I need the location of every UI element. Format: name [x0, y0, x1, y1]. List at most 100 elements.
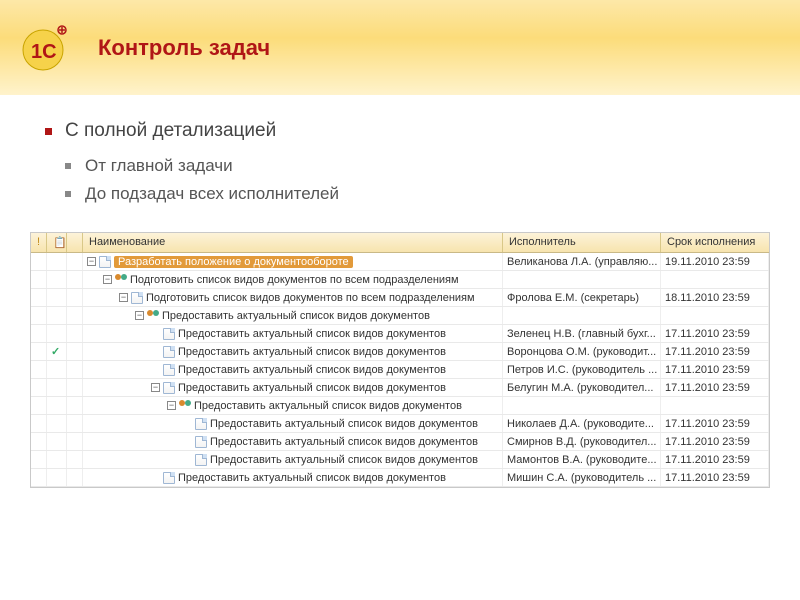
cell-name[interactable]: − Предоставить актуальный список видов до…	[83, 307, 503, 324]
col-header-spacer	[67, 233, 83, 252]
table-row[interactable]: Предоставить актуальный список видов док…	[31, 415, 769, 433]
users-icon	[179, 400, 191, 412]
table-row[interactable]: ✓ Предоставить актуальный список видов до…	[31, 343, 769, 361]
task-name: Предоставить актуальный список видов док…	[162, 310, 430, 322]
cell-flag	[31, 325, 47, 342]
cell-flag	[31, 253, 47, 270]
svg-text:1C: 1C	[31, 41, 57, 63]
table-row[interactable]: −Подготовить список видов документов по …	[31, 271, 769, 289]
cell-check	[47, 325, 67, 342]
table-row[interactable]: Предоставить актуальный список видов док…	[31, 361, 769, 379]
page-title: Контроль задач	[98, 35, 270, 61]
table-row[interactable]: −Разработать положение о документооборот…	[31, 253, 769, 271]
col-header-flag[interactable]: !	[31, 233, 47, 252]
cell-flag	[31, 271, 47, 288]
document-icon	[99, 256, 111, 268]
bullet-main: С полной детализацией От главной задачи …	[45, 120, 760, 204]
task-grid: ! 📋 Наименование Исполнитель Срок исполн…	[30, 232, 770, 488]
cell-due: 17.11.2010 23:59	[661, 451, 769, 468]
cell-due	[661, 307, 769, 324]
cell-spacer	[67, 325, 83, 342]
cell-spacer	[67, 361, 83, 378]
cell-name[interactable]: −Разработать положение о документооборот…	[83, 253, 503, 270]
cell-check: ✓	[47, 343, 67, 360]
cell-flag	[31, 361, 47, 378]
task-name: Подготовить список видов документов по в…	[146, 292, 475, 304]
collapse-icon[interactable]: −	[167, 401, 176, 410]
col-header-check[interactable]: 📋	[47, 233, 67, 252]
cell-executor: Белугин М.А. (руководител...	[503, 379, 661, 396]
cell-executor: Петров И.С. (руководитель ...	[503, 361, 661, 378]
bullet-main-text: С полной детализацией	[65, 120, 276, 141]
document-icon	[131, 292, 143, 304]
cell-spacer	[67, 469, 83, 486]
collapse-icon[interactable]: −	[119, 293, 128, 302]
task-name: Предоставить актуальный список видов док…	[194, 400, 462, 412]
document-icon	[163, 472, 175, 484]
cell-name[interactable]: Предоставить актуальный список видов док…	[83, 343, 503, 360]
cell-check	[47, 469, 67, 486]
cell-name[interactable]: Предоставить актуальный список видов док…	[83, 469, 503, 486]
table-row[interactable]: Предоставить актуальный список видов док…	[31, 469, 769, 487]
col-header-due[interactable]: Срок исполнения	[661, 233, 769, 252]
bullet-sub-2: До подзадач всех исполнителей	[65, 184, 760, 204]
table-row[interactable]: − Предоставить актуальный список видов до…	[31, 397, 769, 415]
table-row[interactable]: − Подготовить список видов документов по …	[31, 289, 769, 307]
cell-name[interactable]: − Подготовить список видов документов по …	[83, 289, 503, 306]
cell-name[interactable]: Предоставить актуальный список видов док…	[83, 451, 503, 468]
cell-name[interactable]: Предоставить актуальный список видов док…	[83, 415, 503, 432]
col-header-executor[interactable]: Исполнитель	[503, 233, 661, 252]
note-icon: 📋	[53, 237, 67, 249]
cell-check	[47, 253, 67, 270]
cell-check	[47, 415, 67, 432]
collapse-icon[interactable]: −	[103, 275, 112, 284]
task-name: Предоставить актуальный список видов док…	[178, 346, 446, 358]
cell-spacer	[67, 307, 83, 324]
cell-check	[47, 433, 67, 450]
cell-check	[47, 271, 67, 288]
cell-flag	[31, 289, 47, 306]
document-icon	[195, 436, 207, 448]
slide-content: С полной детализацией От главной задачи …	[0, 95, 800, 204]
task-name: Предоставить актуальный список видов док…	[210, 454, 478, 466]
document-icon	[195, 454, 207, 466]
table-row[interactable]: − Предоставить актуальный список видов до…	[31, 379, 769, 397]
document-icon	[163, 382, 175, 394]
table-row[interactable]: Предоставить актуальный список видов док…	[31, 433, 769, 451]
cell-due: 19.11.2010 23:59	[661, 253, 769, 270]
task-name: Предоставить актуальный список видов док…	[178, 382, 446, 394]
col-header-name[interactable]: Наименование	[83, 233, 503, 252]
cell-name[interactable]: − Предоставить актуальный список видов до…	[83, 397, 503, 414]
cell-due: 17.11.2010 23:59	[661, 379, 769, 396]
collapse-icon[interactable]: −	[87, 257, 96, 266]
cell-flag	[31, 433, 47, 450]
document-icon	[163, 346, 175, 358]
cell-executor: Мишин С.А. (руководитель ...	[503, 469, 661, 486]
document-icon	[163, 364, 175, 376]
cell-due: 17.11.2010 23:59	[661, 415, 769, 432]
cell-spacer	[67, 451, 83, 468]
table-row[interactable]: − Предоставить актуальный список видов до…	[31, 307, 769, 325]
task-name: Предоставить актуальный список видов док…	[178, 328, 446, 340]
cell-name[interactable]: Предоставить актуальный список видов док…	[83, 361, 503, 378]
cell-name[interactable]: −Подготовить список видов документов по …	[83, 271, 503, 288]
table-row[interactable]: Предоставить актуальный список видов док…	[31, 325, 769, 343]
cell-spacer	[67, 271, 83, 288]
cell-executor: Фролова Е.М. (секретарь)	[503, 289, 661, 306]
cell-check	[47, 451, 67, 468]
cell-check	[47, 397, 67, 414]
grid-body: −Разработать положение о документооборот…	[31, 253, 769, 487]
flag-icon: !	[37, 236, 40, 248]
cell-spacer	[67, 397, 83, 414]
cell-spacer	[67, 433, 83, 450]
bullet-sub-1: От главной задачи	[65, 156, 760, 176]
cell-name[interactable]: Предоставить актуальный список видов док…	[83, 433, 503, 450]
cell-executor: Николаев Д.А. (руководите...	[503, 415, 661, 432]
cell-name[interactable]: − Предоставить актуальный список видов до…	[83, 379, 503, 396]
cell-name[interactable]: Предоставить актуальный список видов док…	[83, 325, 503, 342]
collapse-icon[interactable]: −	[135, 311, 144, 320]
collapse-icon[interactable]: −	[151, 383, 160, 392]
cell-due: 17.11.2010 23:59	[661, 361, 769, 378]
table-row[interactable]: Предоставить актуальный список видов док…	[31, 451, 769, 469]
document-icon	[163, 328, 175, 340]
